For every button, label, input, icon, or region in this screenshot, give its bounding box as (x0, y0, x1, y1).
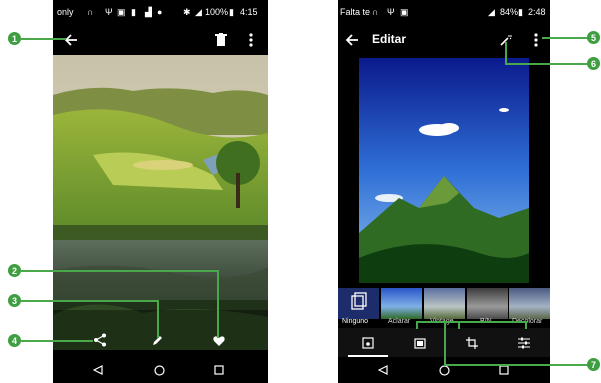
mountain-photo (359, 58, 529, 283)
clock: 4:15 (240, 7, 258, 17)
callout-4-line (21, 340, 93, 342)
callout-7: 7 (587, 358, 600, 371)
callout-7-tick-2 (458, 321, 460, 329)
usb-icon: Ψ (387, 7, 395, 17)
callout-2-line (21, 270, 219, 272)
filter-thumb-ninguno[interactable] (338, 288, 379, 319)
filter-label-aclarar: Aclarar (388, 318, 411, 325)
callout-5: 5 (587, 31, 600, 44)
back-arrow-icon[interactable] (61, 30, 81, 50)
filter-thumb-decolorar[interactable] (509, 288, 550, 319)
clock: 2:48 (528, 7, 546, 17)
filter-thumb-bn[interactable] (467, 288, 508, 319)
golf-course-photo (53, 55, 268, 350)
battery-icon: ▮ (229, 7, 234, 17)
battery-percent: 84% (500, 7, 519, 17)
share-icon[interactable] (91, 331, 109, 349)
status-bar: only ∩ Ψ ▣ ▮ ▟ ● ✱ ◢ 100% ▮ 4:15 (53, 0, 268, 24)
status-bar: Falta te ∩ Ψ ▣ ◢ 84% ▮ 2:48 (338, 0, 550, 24)
filter-label-ninguno: Ninguno (342, 318, 369, 325)
auto-fix-tool-icon[interactable] (358, 335, 378, 351)
overflow-menu-icon[interactable] (528, 30, 544, 50)
callout-7-bracket (416, 321, 527, 323)
crop-tool-icon[interactable] (462, 335, 482, 351)
battery-percent: 100% (205, 7, 229, 17)
callout-2: 2 (8, 264, 21, 277)
status-left-text: Falta te (340, 7, 371, 17)
nav-back-icon[interactable] (376, 363, 390, 377)
bluetooth-icon: ✱ (183, 7, 191, 17)
navigation-bar (53, 357, 268, 383)
photo-tool-icon[interactable] (410, 335, 430, 351)
callout-7-line-vertical (444, 321, 446, 366)
top-bar (53, 24, 268, 56)
callout-1: 1 (8, 32, 21, 45)
nav-back-icon[interactable] (91, 363, 105, 377)
editor-top-bar: Editar (338, 24, 550, 56)
filter-thumb-aclarar[interactable] (381, 288, 422, 319)
image-icon: ▣ (400, 7, 409, 17)
status-left-text: only (57, 7, 74, 17)
callout-7-tick-3 (525, 321, 527, 329)
battery-icon: ▮ (518, 7, 523, 17)
callout-3: 3 (8, 294, 21, 307)
callout-3-line-vertical (157, 300, 159, 338)
callout-6-line-vertical (505, 42, 507, 65)
signal-icon: ◢ (195, 7, 202, 17)
image-icon: ▣ (117, 7, 126, 17)
editor-title: Editar (372, 32, 407, 46)
callout-7-tick-1 (416, 321, 418, 329)
callout-6: 6 (587, 57, 600, 70)
callout-3-line (21, 300, 159, 302)
signal-icon: ◢ (488, 7, 495, 17)
headphone-icon: ∩ (372, 7, 379, 17)
gallery-viewer-screen: only ∩ Ψ ▣ ▮ ▟ ● ✱ ◢ 100% ▮ 4:15 (53, 0, 268, 383)
callout-6-line (505, 63, 590, 65)
filter-thumb-vintage[interactable] (424, 288, 465, 319)
android-icon: ● (157, 7, 163, 17)
adjust-tool-icon[interactable] (514, 335, 534, 351)
nav-recents-icon[interactable] (212, 363, 226, 377)
callout-2-line-vertical (217, 270, 219, 338)
callout-7-line (444, 364, 590, 366)
overflow-menu-icon[interactable] (243, 30, 259, 50)
usb-icon: Ψ (105, 7, 113, 17)
trash-icon[interactable] (211, 30, 231, 50)
sd-card-icon: ▟ (145, 7, 152, 17)
callout-5-line (542, 37, 590, 39)
favorite-heart-icon[interactable] (210, 331, 228, 349)
back-arrow-icon[interactable] (342, 30, 362, 50)
headphone-icon: ∩ (87, 7, 94, 17)
battery-small-icon: ▮ (131, 7, 136, 17)
callout-4: 4 (8, 334, 21, 347)
callout-1-line (21, 38, 66, 40)
nav-home-icon[interactable] (152, 363, 166, 377)
